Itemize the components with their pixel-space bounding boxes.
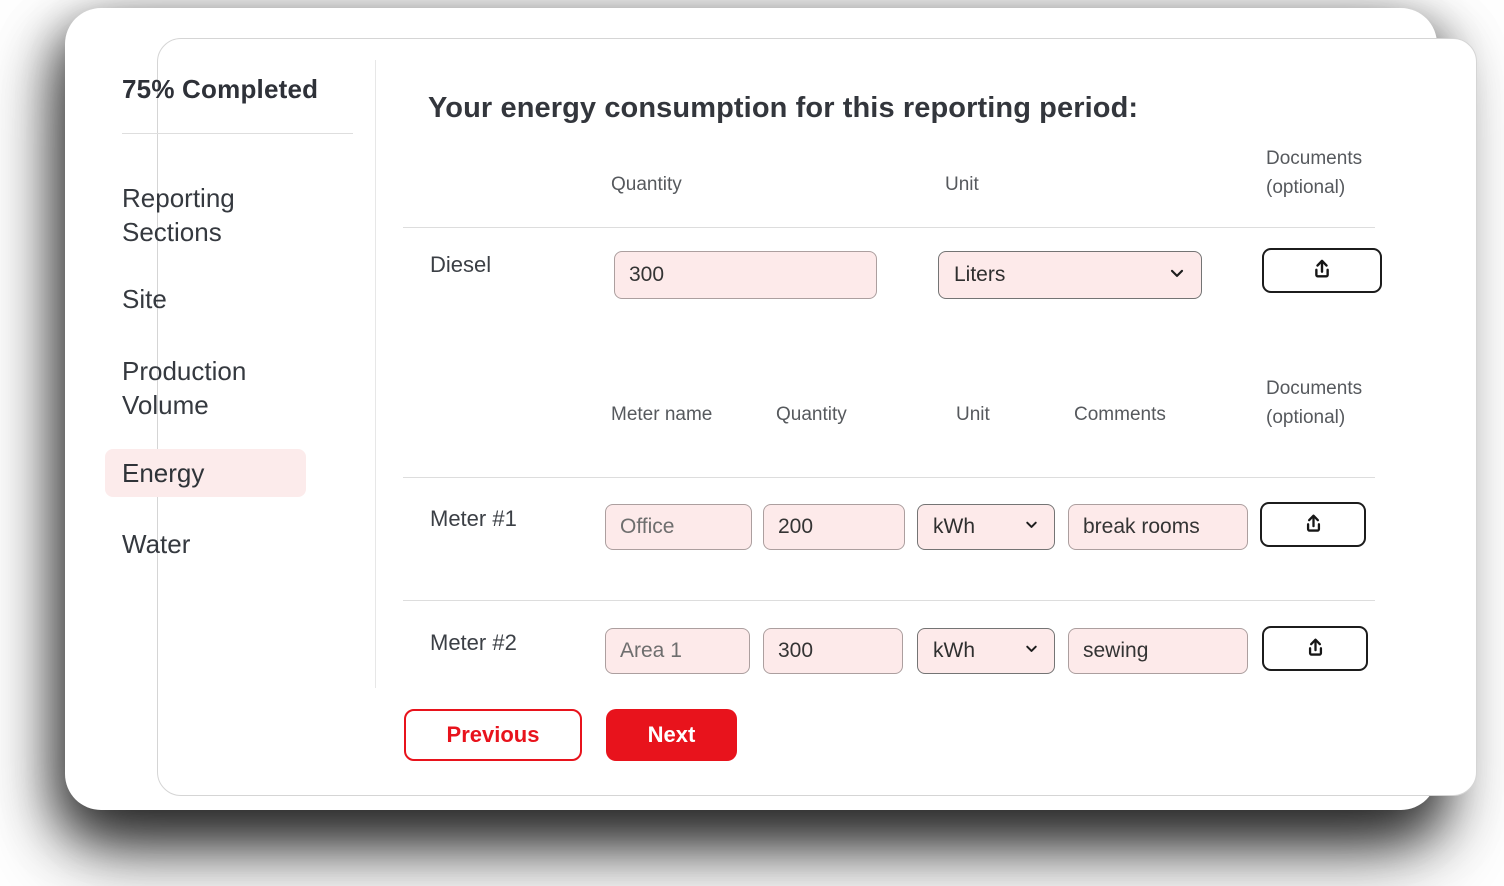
fuel-row-label: Diesel [430, 252, 492, 277]
meter2-comments-input[interactable] [1068, 628, 1248, 674]
diesel-unit-value: Liters [954, 263, 1006, 286]
diesel-unit-select[interactable]: Liters [938, 251, 1202, 299]
next-button[interactable]: Next [606, 709, 737, 761]
sidebar-item-site[interactable]: Site [122, 282, 307, 316]
meter1-unit-value: kWh [933, 515, 975, 538]
diesel-quantity-input[interactable] [614, 251, 877, 299]
progress-label: 75% Completed [122, 74, 319, 104]
fuel-documents-header-line1: Documents [1266, 148, 1363, 169]
page-title: Your energy consumption for this reporti… [428, 92, 1139, 124]
meter1-unit-select[interactable]: kWh [917, 504, 1055, 550]
meter-comments-header: Comments [1074, 404, 1166, 425]
chevron-down-icon [1023, 640, 1040, 662]
fuel-documents-header-line2: (optional) [1266, 177, 1346, 198]
meter1-comments-input[interactable] [1068, 504, 1248, 550]
meter2-row-label: Meter #2 [430, 630, 517, 655]
meter-name-header: Meter name [611, 404, 713, 425]
fuel-table-divider [403, 227, 1375, 228]
previous-button[interactable]: Previous [404, 709, 582, 761]
sidebar-item-energy[interactable]: Energy [105, 449, 306, 497]
sidebar-item-water[interactable]: Water [122, 527, 307, 561]
meter-unit-header: Unit [956, 404, 990, 425]
chevron-down-icon [1023, 516, 1040, 538]
meter-documents-header-line1: Documents [1266, 378, 1363, 399]
meter-quantity-header: Quantity [776, 404, 847, 425]
meter2-quantity-input[interactable] [763, 628, 903, 674]
meter1-upload-button[interactable] [1260, 502, 1366, 547]
meter2-unit-value: kWh [933, 639, 975, 662]
diesel-upload-button[interactable] [1262, 248, 1382, 293]
sidebar-divider [375, 60, 376, 688]
meter-table-divider-2 [403, 600, 1375, 601]
meter-documents-header-line2: (optional) [1266, 407, 1346, 428]
meter1-quantity-input[interactable] [763, 504, 905, 550]
upload-icon [1301, 511, 1326, 539]
meter1-name-input[interactable] [605, 504, 752, 550]
meter-table-divider-1 [403, 477, 1375, 478]
chevron-down-icon [1167, 263, 1187, 288]
fuel-quantity-header: Quantity [611, 174, 682, 195]
page: 75% Completed Reporting Sections Site Pr… [0, 0, 1504, 886]
upload-icon [1309, 256, 1335, 285]
meter1-row-label: Meter #1 [430, 506, 517, 531]
meter2-unit-select[interactable]: kWh [917, 628, 1055, 674]
fuel-unit-header: Unit [945, 174, 979, 195]
progress-divider [122, 133, 353, 134]
meter2-upload-button[interactable] [1262, 626, 1368, 671]
sidebar-item-energy-label: Energy [122, 457, 205, 488]
meter2-name-input[interactable] [605, 628, 750, 674]
upload-icon [1303, 635, 1328, 663]
sidebar-item-production-volume[interactable]: Production Volume [122, 354, 307, 422]
sidebar-item-reporting-sections[interactable]: Reporting Sections [122, 181, 307, 249]
fuel-documents-header: Documents (optional) [1266, 144, 1362, 202]
meter-documents-header: Documents (optional) [1266, 374, 1362, 432]
